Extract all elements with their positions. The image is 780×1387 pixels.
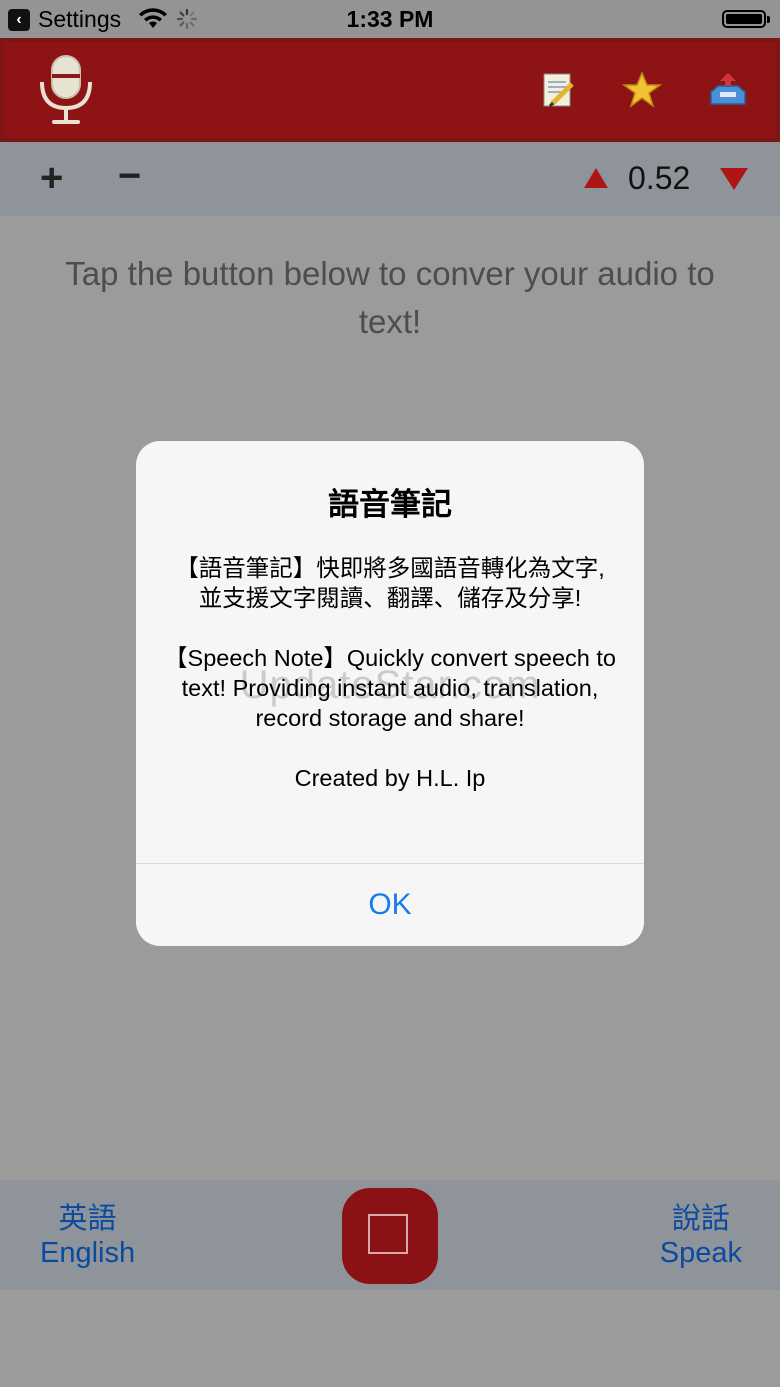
rate-up-icon[interactable] — [584, 168, 608, 188]
alert-credit: Created by H.L. Ip — [294, 765, 486, 791]
bottom-bar: 英語 English 說話 Speak — [0, 1180, 780, 1290]
increase-button[interactable]: + — [40, 156, 63, 200]
alert-message: 【語音筆記】快即將多國語音轉化為文字, 並支援文字閱讀、翻譯、儲存及分享! 【S… — [162, 553, 618, 823]
alert-title: 語音筆記 — [328, 487, 452, 522]
battery-icon — [722, 10, 770, 28]
speak-label-en: Speak — [659, 1237, 742, 1269]
notepad-pencil-icon[interactable] — [538, 70, 578, 110]
status-time: 1:33 PM — [346, 6, 434, 32]
stop-square-icon — [368, 1214, 408, 1254]
speak-button[interactable]: 說話 Speak — [660, 1202, 742, 1270]
rate-down-icon[interactable] — [720, 168, 748, 190]
ok-button[interactable]: OK — [136, 864, 644, 946]
decrease-button[interactable]: − — [118, 154, 141, 198]
app-toolbar — [0, 38, 780, 142]
star-icon[interactable] — [622, 70, 662, 110]
alert-message-zh: 【語音筆記】快即將多國語音轉化為文字, 並支援文字閱讀、翻譯、儲存及分享! — [175, 555, 605, 611]
rate-value: 0.52 — [628, 160, 691, 196]
instruction-text: Tap the button below to conver your audi… — [65, 255, 715, 340]
language-label-en: English — [40, 1237, 136, 1269]
microphone-icon — [40, 55, 92, 124]
alert-dialog: 語音筆記 UpdateStar.com 【語音筆記】快即將多國語音轉化為文字, … — [136, 441, 644, 946]
language-button[interactable]: 英語 English — [40, 1202, 135, 1270]
language-label-zh: 英語 — [58, 1203, 117, 1235]
record-button[interactable] — [342, 1188, 438, 1284]
control-row: + − 0.52 — [0, 142, 780, 216]
alert-message-en: 【Speech Note】Quickly convert speech to t… — [164, 645, 616, 731]
speak-label-zh: 說話 — [671, 1203, 730, 1235]
inbox-share-icon[interactable] — [708, 70, 748, 110]
status-bar: ‹ Settings 1:33 PM — [0, 0, 780, 38]
